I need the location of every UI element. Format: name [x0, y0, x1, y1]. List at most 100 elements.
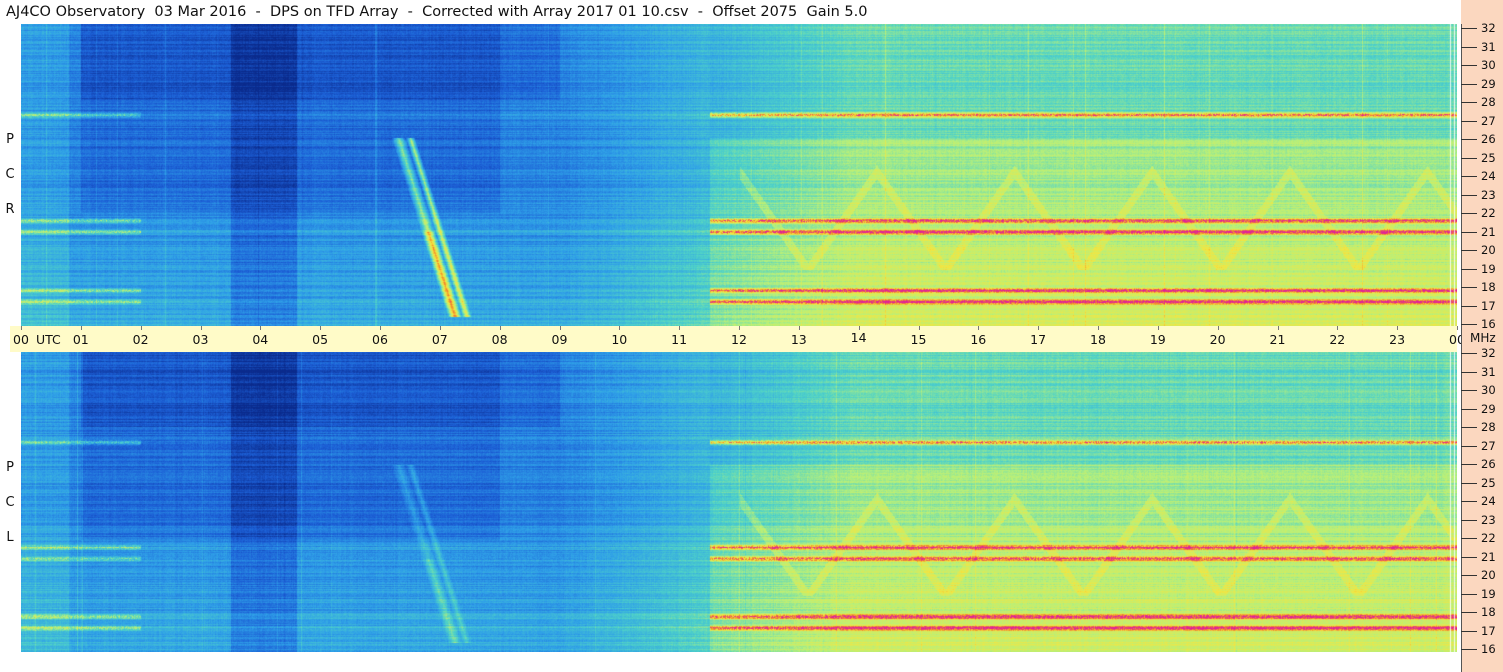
mhz-tick-mark [1461, 28, 1477, 29]
utc-tick-label: 13 [790, 332, 807, 347]
utc-tick-mark [679, 326, 681, 330]
utc-tick-label: 07 [431, 332, 448, 347]
mhz-tick-mark [1461, 593, 1477, 595]
utc-tick-mark [1397, 326, 1399, 330]
mhz-tick-mark [1461, 556, 1477, 558]
mhz-tick-label: 29 [1481, 401, 1496, 416]
lcp-letter-l: L [6, 530, 14, 545]
mhz-tick-label: 30 [1481, 58, 1496, 72]
utc-tick-label: 00 [13, 332, 29, 347]
mhz-tick-mark [1461, 176, 1477, 177]
utc-tick-label: 14 [850, 330, 867, 345]
mhz-tick-mark [1461, 390, 1477, 391]
utc-tick-label: 17 [1030, 332, 1047, 347]
utc-tick-mark [1157, 326, 1159, 330]
mhz-tick-label: 18 [1481, 280, 1496, 294]
mhz-tick-mark [1461, 501, 1477, 502]
mhz-tick-mark [1461, 287, 1477, 288]
mhz-tick-label: 29 [1481, 76, 1496, 91]
mhz-tick-label: 19 [1481, 586, 1496, 601]
mhz-tick-label: 31 [1481, 39, 1496, 54]
utc-tick-mark [380, 326, 381, 330]
mhz-tick-mark [1461, 231, 1477, 233]
mhz-tick-label: 25 [1481, 150, 1496, 165]
mhz-tick-mark [1461, 408, 1477, 410]
rcp-letter-p: P [6, 132, 14, 147]
utc-tick-label: 19 [1149, 332, 1166, 347]
utc-tick-mark [739, 326, 740, 330]
mhz-tick-label: 18 [1481, 605, 1496, 619]
mhz-tick-mark [1461, 102, 1477, 103]
mhz-tick-label: 22 [1481, 531, 1496, 545]
utc-tick-label: 02 [132, 332, 149, 347]
mhz-tick-label: 32 [1481, 346, 1496, 360]
rcp-spectrogram-canvas [21, 24, 1457, 326]
utc-tick-mark [798, 326, 800, 330]
mhz-tick-mark [1461, 268, 1477, 270]
mhz-tick-mark [1461, 427, 1477, 428]
mhz-tick-label: 27 [1481, 113, 1496, 128]
mhz-tick-mark [1461, 157, 1477, 159]
utc-tick-label: 21 [1269, 332, 1286, 347]
utc-tick-mark [499, 326, 501, 330]
mhz-tick-mark [1461, 213, 1477, 214]
mhz-tick-label: 16 [1481, 642, 1496, 656]
utc-tick-label: 01 [72, 332, 89, 347]
mhz-tick-label: 21 [1481, 549, 1496, 564]
mhz-tick-label: 24 [1481, 169, 1496, 183]
utc-tick-label: 11 [671, 332, 688, 347]
utc-tick-mark [1457, 326, 1458, 330]
mhz-tick-label: 31 [1481, 364, 1496, 379]
utc-tick-mark [559, 326, 561, 330]
mhz-tick-mark [1461, 120, 1477, 122]
utc-tick-mark [1337, 326, 1339, 330]
mhz-tick-mark [1461, 65, 1477, 66]
utc-tick-label: 15 [910, 332, 927, 347]
mhz-tick-label: 19 [1481, 261, 1496, 276]
mhz-tick-label: 26 [1481, 132, 1496, 146]
utc-tick-mark [978, 326, 980, 330]
utc-tick-mark [200, 326, 202, 330]
utc-tick-label: 16 [970, 332, 987, 347]
mhz-tick-mark [1461, 630, 1477, 632]
mhz-tick-mark [1461, 519, 1477, 521]
mhz-tick-mark [1461, 139, 1477, 140]
mhz-tick-mark [1461, 83, 1477, 85]
mhz-tick-mark [1461, 649, 1477, 650]
mhz-tick-mark [1461, 445, 1477, 447]
utc-tick-label: 03 [192, 332, 209, 347]
utc-tick-mark [320, 326, 322, 330]
mhz-tick-label: 27 [1481, 438, 1496, 453]
utc-tick-label: 05 [312, 332, 329, 347]
lcp-letter-p: P [6, 460, 14, 475]
utc-tick-label: 04 [252, 332, 269, 347]
lcp-spectrogram-canvas [21, 352, 1457, 652]
mhz-tick-label: 28 [1481, 95, 1496, 109]
mhz-tick-label: 23 [1481, 187, 1496, 202]
mhz-tick-mark [1461, 194, 1477, 196]
mhz-tick-label: 26 [1481, 457, 1496, 471]
mhz-tick-mark [1461, 538, 1477, 539]
utc-tick-label: 08 [491, 332, 508, 347]
utc-tick-mark [260, 326, 262, 330]
rcp-spectrogram [21, 24, 1457, 326]
utc-tick-mark [80, 326, 82, 330]
mhz-tick-label: 17 [1481, 298, 1496, 313]
mhz-tick-mark [1461, 250, 1477, 251]
utc-tick-mark [858, 326, 860, 330]
utc-tick-label: 18 [1090, 332, 1106, 347]
mhz-tick-label: 32 [1481, 21, 1496, 35]
mhz-tick-mark [1461, 353, 1477, 354]
utc-tick-mark [1277, 326, 1279, 330]
lcp-spectrogram [21, 352, 1457, 652]
utc-tick-label: 09 [551, 332, 568, 347]
utc-tick-mark [1098, 326, 1099, 330]
mhz-unit-label: MHz [1470, 331, 1496, 345]
utc-time-axis: 00 01 02 03 04 05 06 07 08 09 10 11 12 13 14 15 16 17 18 19… [10, 326, 1465, 352]
chart-title: AJ4CO Observatory 03 Mar 2016 - DPS on T… [6, 4, 868, 20]
mhz-tick-mark [1461, 612, 1477, 613]
utc-tick-label: 10 [611, 332, 628, 347]
mhz-tick-label: 17 [1481, 623, 1496, 638]
mhz-tick-label: 21 [1481, 224, 1496, 239]
lcp-label: L C P [3, 352, 17, 652]
